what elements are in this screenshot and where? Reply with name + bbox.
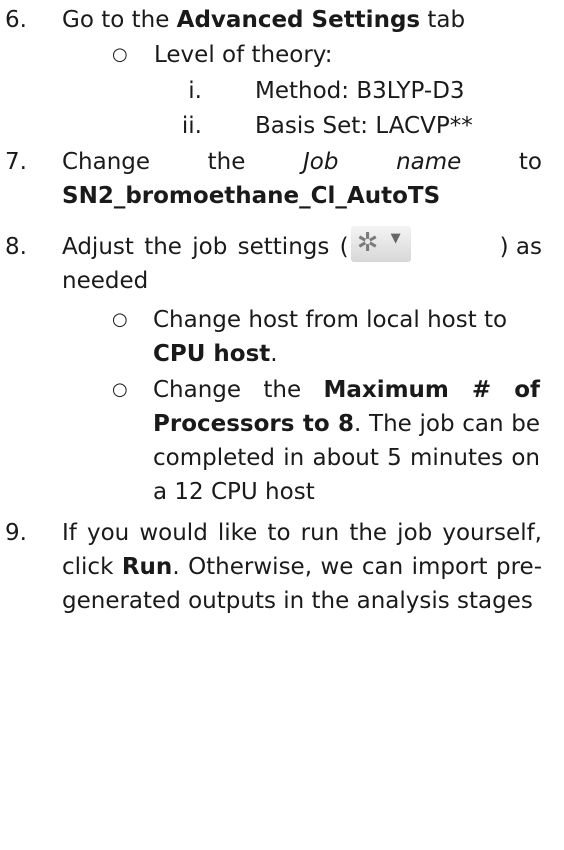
step-6-prefix: Go to the (62, 7, 177, 33)
roman-numeral: i. (188, 78, 202, 104)
step-7-line-2: SN2_bromoethane_Cl_AutoTS (0, 179, 564, 213)
roman-row: ii. Basis Set: LACVP** (0, 109, 564, 143)
step-6-line: 6. Go to the Advanced Settings tab (0, 3, 564, 37)
step-8-needed: needed (62, 268, 149, 294)
step-6: 6. Go to the Advanced Settings tab (0, 3, 564, 37)
bullet-row: ○ Change host from local host to CPU hos… (0, 303, 564, 371)
step-number: 7. (5, 149, 27, 175)
roman-numeral: ii. (181, 113, 202, 139)
bullet-row: ○ Change the Maximum # of Processors to … (0, 373, 564, 509)
method-item: i. Method: B3LYP-D3 (0, 74, 564, 108)
host-text-c: . (270, 341, 278, 367)
processors-bullet: ○ Change the Maximum # of Processors to … (0, 373, 564, 509)
run-text: Run (121, 554, 173, 580)
step-8-justified-line: Adjust the job settings ( ✲ ▼ ) as (62, 226, 542, 264)
level-of-theory-label: Level of theory: (154, 42, 333, 68)
step-7-word-job: Job (303, 149, 339, 175)
step-7-justified-line: Change the Job name to (62, 145, 542, 179)
processors-text-a: Change the (153, 377, 324, 403)
step-8-suffix: ) as (499, 234, 542, 260)
level-of-theory-bullet: ○ Level of theory: (0, 38, 564, 72)
step-number: 8. (5, 234, 27, 260)
basis-set-item: ii. Basis Set: LACVP** (0, 109, 564, 143)
step-number: 6. (5, 7, 27, 33)
bullet-circle-icon: ○ (112, 379, 128, 400)
step-7-line-1: 7. Change the Job name to (0, 145, 564, 179)
step-6-suffix: tab (420, 7, 466, 33)
gear-icon: ✲ (356, 228, 379, 258)
step-8: 8. Adjust the job settings ( ✲ ▼ ) as ne… (0, 226, 564, 298)
chevron-down-icon: ▼ (390, 231, 401, 246)
cpu-host-text: CPU host (153, 341, 271, 367)
roman-row: i. Method: B3LYP-D3 (0, 74, 564, 108)
advanced-settings-tab-name: Advanced Settings (176, 7, 421, 33)
step-7: 7. Change the Job name to SN2_bromoethan… (0, 145, 564, 213)
step-7-word-name: name (396, 149, 462, 175)
bullet-row: ○ Level of theory: (0, 38, 564, 72)
step-7-word: the (207, 149, 246, 175)
step-9: 9. If you would like to run the job your… (0, 516, 564, 618)
step-8-prefix: Adjust the job settings ( (62, 234, 349, 260)
step-7-word: Change (62, 149, 151, 175)
method-text: Method: B3LYP-D3 (255, 78, 465, 104)
bullet-circle-icon: ○ (112, 44, 128, 65)
step-9-line: 9. If you would like to run the job your… (0, 516, 564, 618)
job-settings-button[interactable]: ✲ ▼ (350, 226, 411, 262)
step-8-line-1: 8. Adjust the job settings ( ✲ ▼ ) as (0, 226, 564, 264)
job-name-value: SN2_bromoethane_Cl_AutoTS (62, 183, 441, 209)
bullet-circle-icon: ○ (112, 309, 128, 330)
basis-set-text: Basis Set: LACVP** (255, 113, 473, 139)
step-8-line-2: needed (0, 264, 564, 298)
host-text-a: Change host from local host to (153, 307, 508, 333)
step-number: 9. (5, 520, 27, 546)
step-7-word: to (518, 149, 542, 175)
host-bullet: ○ Change host from local host to CPU hos… (0, 303, 564, 371)
